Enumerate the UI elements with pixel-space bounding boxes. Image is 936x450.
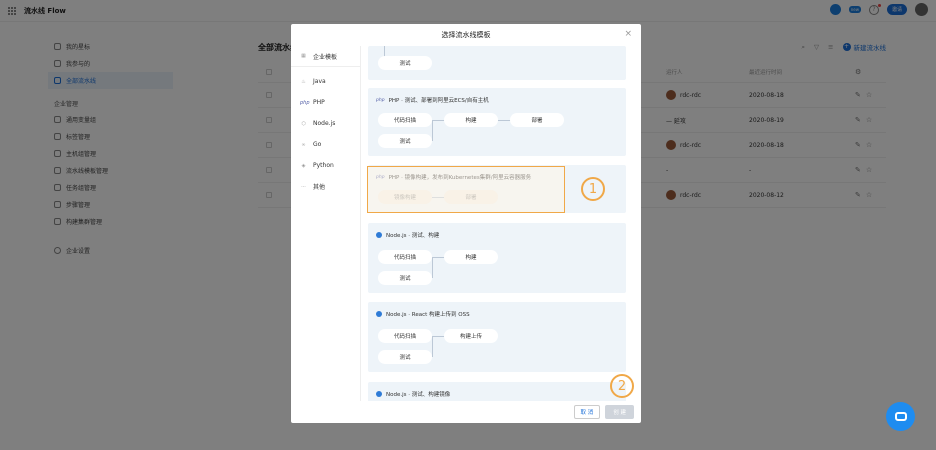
template-title: PHP · 测试、部署到阿里云ECS/自有主机 (388, 98, 489, 104)
nodejs-icon: ⬡ (301, 120, 306, 127)
step-marker-2: 2 (610, 374, 634, 398)
stage-pill: 代码扫描 (378, 113, 432, 127)
nodejs-icon (376, 232, 382, 238)
nodejs-icon (376, 391, 382, 397)
category-label: Go (313, 141, 322, 148)
template-list: 测试 php PHP · 测试、部署到阿里云ECS/自有主机 代码扫描 构建 部署… (368, 46, 628, 401)
stage-pill: 代码扫描 (378, 329, 432, 343)
stage-pill: 构建上传 (444, 329, 498, 343)
php-icon: php (300, 99, 310, 106)
template-title: Node.js · React 构建上传到 OSS (386, 312, 470, 318)
create-button[interactable]: 创 建 (605, 405, 634, 419)
category-enterprise[interactable]: ▦ 企业模板 (291, 46, 360, 67)
stage-pill: 部署 (510, 113, 564, 127)
php-icon: php (376, 97, 385, 103)
stage-pill: 测试 (378, 271, 432, 285)
category-go[interactable]: ∞ Go (291, 134, 360, 155)
java-icon: ♨ (301, 78, 306, 85)
template-dialog: 选择流水线模板 × ▦ 企业模板 ♨ Java php PHP ⬡ Node.js ∞ G… (291, 24, 641, 423)
step-marker-1: 1 (581, 177, 605, 201)
more-icon: ··· (301, 183, 306, 190)
close-icon[interactable]: × (624, 29, 632, 39)
chat-button[interactable] (886, 402, 915, 431)
template-card[interactable]: Node.js · 测试、构建 代码扫描 构建 测试 (368, 223, 626, 293)
cancel-button[interactable]: 取 消 (573, 405, 601, 419)
stage-pill: 构建 (444, 250, 498, 264)
stage-pill: 测试 (378, 56, 432, 70)
template-card[interactable]: Node.js · 测试、构建镜像 (368, 382, 626, 401)
chat-icon (894, 412, 907, 421)
stage-pill: 构建 (444, 113, 498, 127)
category-label: Node.js (313, 120, 336, 127)
dialog-footer: 取 消 创 建 (291, 401, 641, 423)
category-python[interactable]: ◈ Python (291, 155, 360, 176)
dialog-title: 选择流水线模板 (441, 31, 491, 39)
template-card[interactable]: php PHP · 测试、部署到阿里云ECS/自有主机 代码扫描 构建 部署 测试 (368, 88, 626, 156)
category-label: 企业模板 (313, 53, 338, 61)
template-card[interactable]: 测试 (368, 46, 626, 80)
template-title: Node.js · 测试、构建镜像 (386, 392, 451, 398)
go-icon: ∞ (301, 141, 306, 148)
python-icon: ◈ (301, 162, 306, 169)
category-nodejs[interactable]: ⬡ Node.js (291, 113, 360, 134)
category-label: 其他 (313, 184, 326, 191)
category-label: PHP (313, 99, 325, 106)
category-java[interactable]: ♨ Java (291, 71, 360, 92)
template-title: Node.js · 测试、构建 (386, 233, 440, 239)
category-list: ▦ 企业模板 ♨ Java php PHP ⬡ Node.js ∞ Go ◈ Python … (291, 46, 361, 401)
category-label: Python (313, 162, 334, 169)
selection-highlight (367, 166, 565, 213)
nodejs-icon (376, 311, 382, 317)
category-label: Java (313, 78, 326, 85)
stage-pill: 测试 (378, 350, 432, 364)
category-php[interactable]: php PHP (291, 92, 360, 113)
grid-icon: ▦ (301, 53, 306, 59)
stage-pill: 代码扫描 (378, 250, 432, 264)
template-card[interactable]: Node.js · React 构建上传到 OSS 代码扫描 构建上传 测试 (368, 302, 626, 372)
category-other[interactable]: ··· 其他 (291, 176, 360, 197)
dialog-header: 选择流水线模板 × (291, 24, 641, 46)
stage-pill: 测试 (378, 134, 432, 148)
